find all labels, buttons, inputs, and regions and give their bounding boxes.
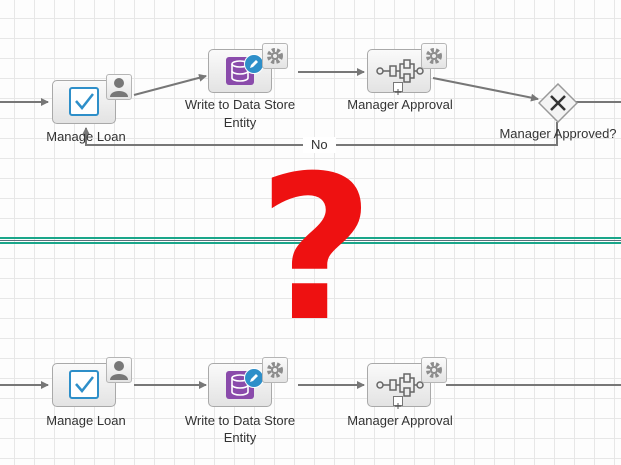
edit-icon — [244, 368, 264, 388]
settings-badge[interactable] — [421, 357, 447, 383]
write-data-store-label-1-bottom: Write to Data Store — [184, 413, 296, 428]
user-icon — [110, 78, 128, 97]
exclusive-gateway[interactable] — [538, 83, 578, 123]
write-data-store-label-2: Entity — [223, 115, 257, 130]
gateway-label: Manager Approved? — [499, 126, 617, 141]
user-badge[interactable] — [106, 357, 132, 383]
settings-badge[interactable] — [262, 43, 288, 69]
gear-icon — [426, 362, 442, 378]
gear-icon — [267, 48, 283, 64]
user-badge[interactable] — [106, 74, 132, 100]
edit-icon — [244, 54, 264, 74]
settings-badge[interactable] — [421, 43, 447, 69]
write-data-store-label-2-bottom: Entity — [223, 430, 257, 445]
expand-icon[interactable] — [393, 82, 403, 95]
manage-loan-label-bottom: Manage Loan — [46, 413, 126, 428]
expand-icon[interactable] — [393, 396, 403, 409]
manage-loan-label: Manage Loan — [46, 129, 126, 144]
user-icon — [110, 361, 128, 380]
edge-manage-loan-to-write[interactable] — [133, 73, 207, 96]
write-data-store-label-1: Write to Data Store — [184, 97, 296, 112]
gear-icon — [426, 48, 442, 64]
manager-approval-label: Manager Approval — [347, 97, 453, 112]
manager-approval-label-bottom: Manager Approval — [347, 413, 453, 428]
question-mark-overlay: ? — [258, 133, 375, 366]
